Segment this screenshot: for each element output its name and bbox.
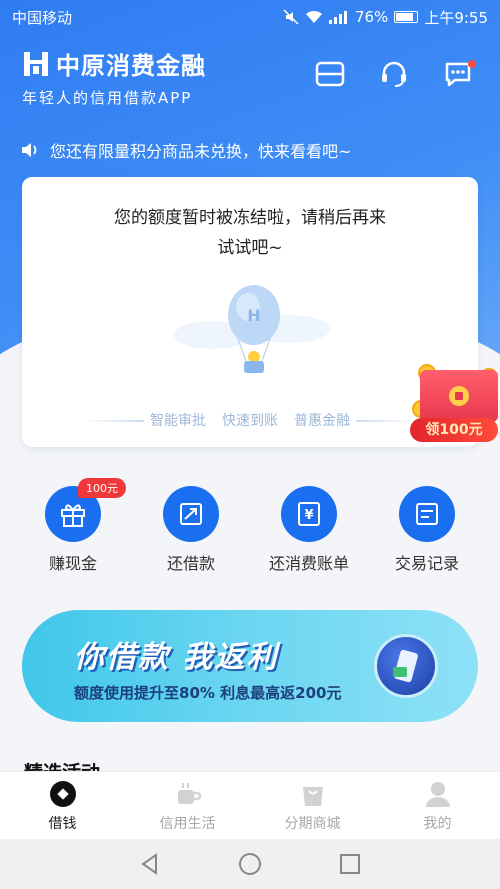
status-indicators: 76% 上午9:55 [283,7,488,28]
shortcut-label: 交易记录 [394,554,459,573]
profile-icon [425,781,450,807]
brand-tagline: 年轻人的信用借款APP [22,89,193,107]
red-packet-label: 领100元 [410,418,498,442]
unread-dot [468,60,476,68]
signal-icon [328,11,347,24]
red-packet-icon [420,370,498,422]
banner-subtitle: 额度使用提升至80% 利息最高返200元 [74,684,342,702]
carrier-label: 中国移动 [12,8,73,27]
svg-text:H: H [247,306,260,325]
brand-block: 中原消费金融 年轻人的信用借款APP [22,46,206,108]
status-bar: 中国移动 76% 上午9:55 [0,0,500,34]
shortcut-earn-cash[interactable]: 100元 赚现金 [18,478,128,574]
feature-tag: 智能审批 [150,413,206,429]
shortcut-grid: 100元 赚现金 还借款 ¥ 还消费账单 交易记录 [0,478,500,574]
tab-mine[interactable]: 我的 [375,772,500,839]
brand-logo-icon [24,51,48,76]
record-icon [399,486,455,542]
shortcut-label: 赚现金 [48,554,97,573]
shortcut-label: 还借款 [166,554,215,573]
card-icon[interactable] [312,56,348,92]
tab-label: 借钱 [48,815,77,832]
shopping-bag-icon [302,786,323,806]
notice-bar[interactable]: 您还有限量积分商品未兑换，快来看看吧~ [20,138,351,162]
clock: 上午9:55 [424,8,488,27]
shortcut-label: 还消费账单 [268,554,349,573]
home-icon[interactable] [238,852,262,876]
brand-name: 中原消费金融 [56,52,206,80]
balloon-illustration-icon: H [174,285,330,373]
tab-label: 分期商城 [284,815,341,832]
speaker-icon [22,143,37,157]
mute-icon [283,9,299,25]
shortcut-pay-bill[interactable]: ¥ 还消费账单 [254,486,364,574]
header-actions [312,56,476,92]
tab-label: 我的 [423,815,452,832]
feature-tag: 快速到账 [222,413,278,429]
shortcut-repay[interactable]: 还借款 [136,486,246,574]
bill-icon: ¥ [281,486,337,542]
promo-banner[interactable]: 你借款 我返利 额度使用提升至80% 利息最高返200元 [22,610,478,722]
red-packet-float[interactable]: 领100元 [410,362,500,444]
recents-icon[interactable] [338,852,362,876]
coffee-icon [177,782,201,804]
banner-title: 你借款 我返利 [74,640,279,675]
loan-icon [49,780,76,807]
phone-money-icon [374,634,438,698]
system-navigation-bar [0,839,500,889]
bottom-tab-bar: 借钱 信用生活 分期商城 我的 [0,771,500,839]
message-icon[interactable] [440,56,476,92]
tab-label: 信用生活 [159,815,216,832]
shortcut-transactions[interactable]: 交易记录 [372,486,482,574]
wifi-icon [305,10,322,23]
tab-loan[interactable]: 借钱 [0,772,125,839]
frozen-message: 您的额度暂时被冻结啦，请稍后再来 试试吧~ [114,208,386,258]
notice-text: 您还有限量积分商品未兑换，快来看看吧~ [50,142,352,161]
customer-service-icon[interactable] [376,56,412,92]
battery-percent: 76% [354,8,389,26]
back-icon[interactable] [138,852,162,876]
shortcut-badge: 100元 [78,478,126,498]
repay-icon [163,486,219,542]
svg-text:¥: ¥ [304,508,313,523]
tab-credit-life[interactable]: 信用生活 [125,772,250,839]
tab-installment-mall[interactable]: 分期商城 [250,772,375,839]
feature-tag: 普惠金融 [294,413,350,429]
battery-icon [394,11,419,23]
